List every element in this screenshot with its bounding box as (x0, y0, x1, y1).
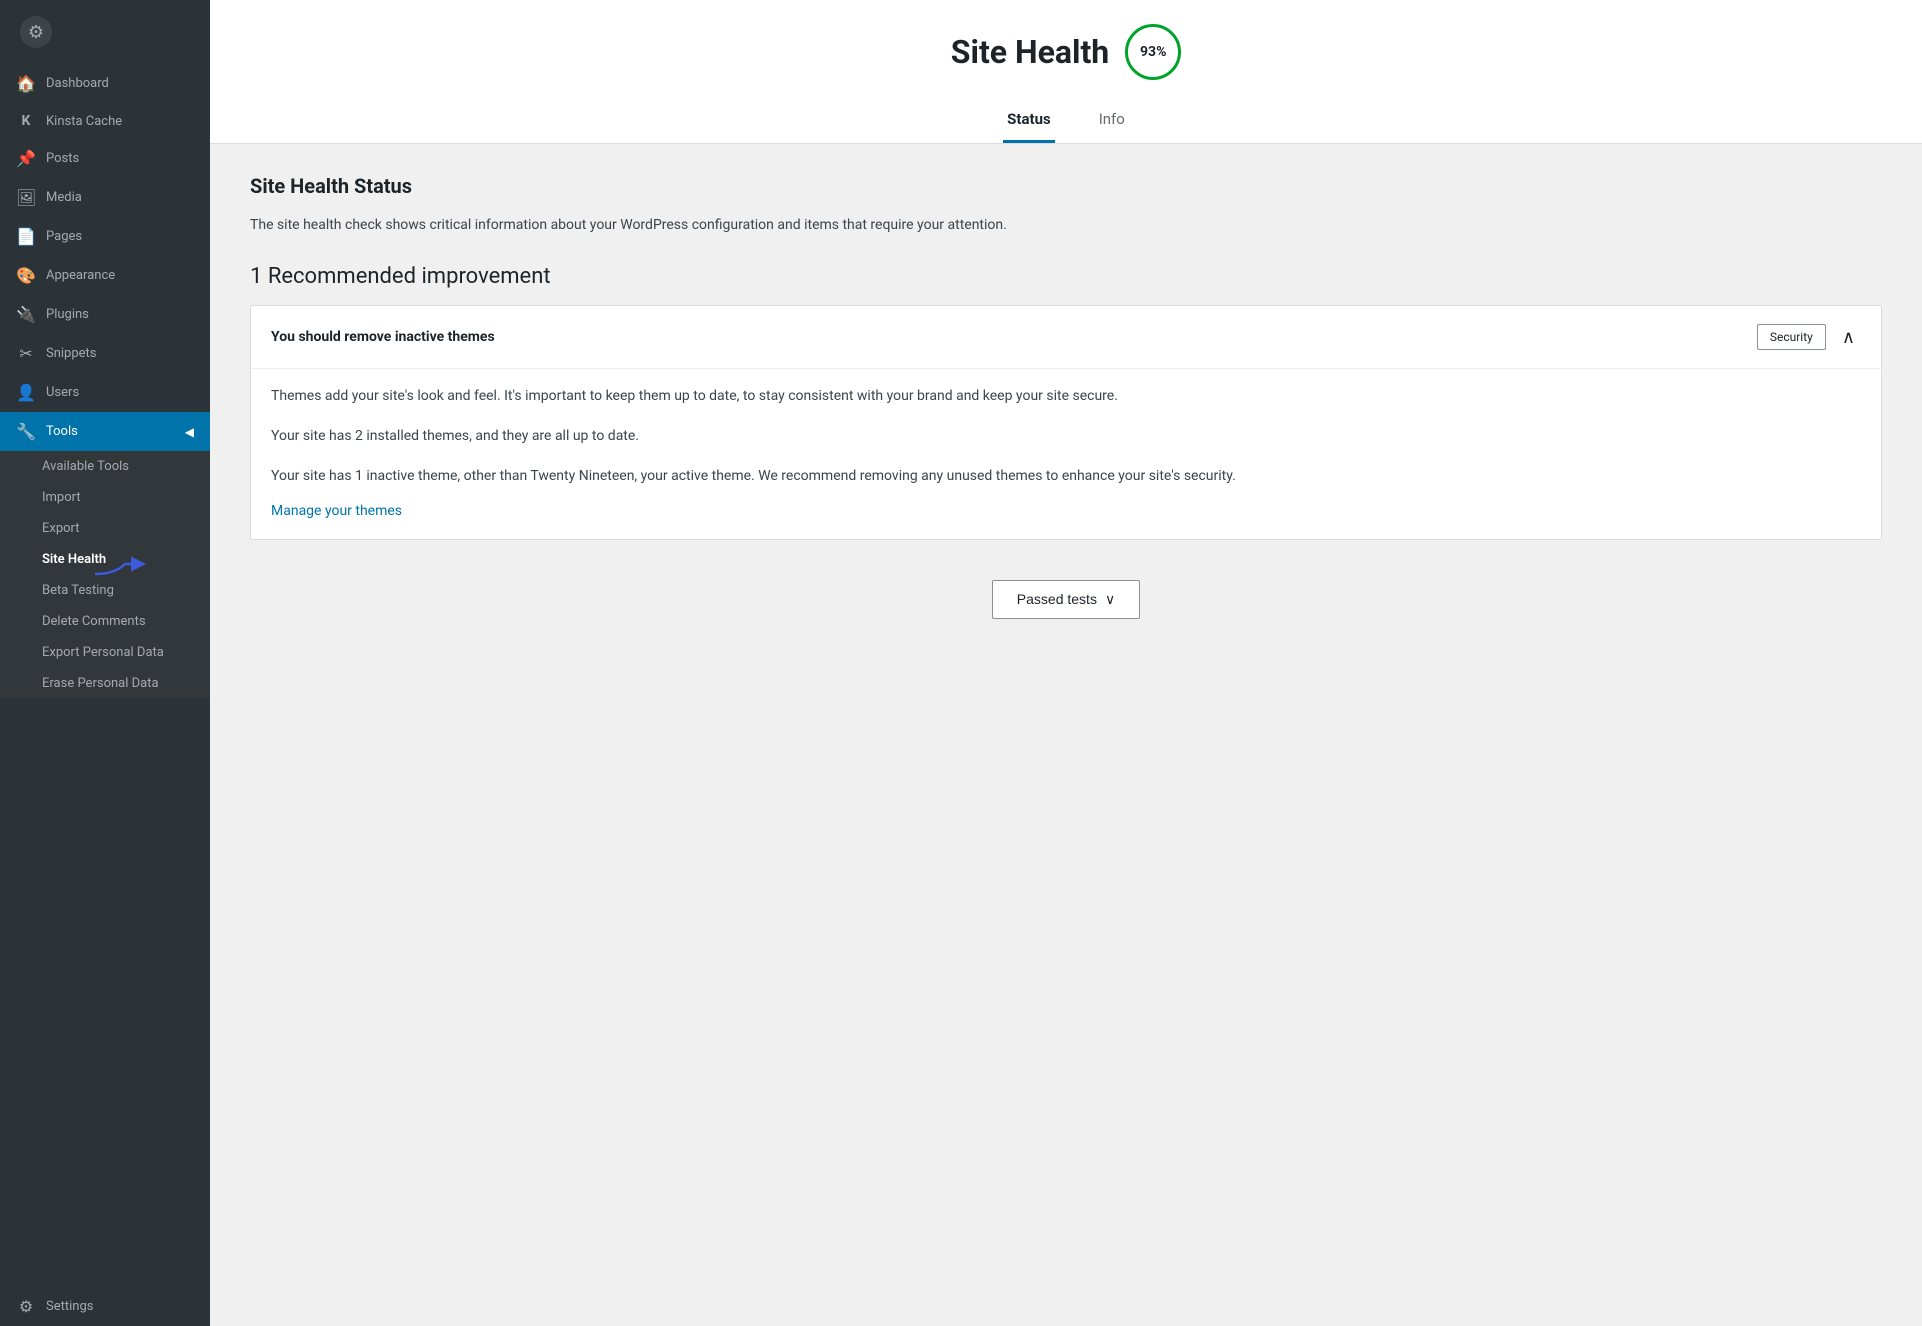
sidebar-label-posts: Posts (46, 151, 79, 166)
sidebar-label-dashboard: Dashboard (46, 76, 109, 91)
sidebar-subitem-beta-testing[interactable]: Beta Testing (0, 575, 210, 606)
media-icon: 🖼 (16, 188, 36, 207)
sidebar-item-posts[interactable]: 📌 Posts (0, 139, 210, 178)
settings-icon: ⚙ (16, 1297, 36, 1316)
sidebar-label-users: Users (46, 385, 79, 400)
recommended-title: 1 Recommended improvement (250, 264, 1882, 289)
sidebar-label-settings: Settings (46, 1299, 93, 1314)
sidebar-subitem-export-personal-data[interactable]: Export Personal Data (0, 637, 210, 668)
passed-tests-button[interactable]: Passed tests ∨ (992, 580, 1140, 619)
title-row: Site Health 93% (250, 24, 1882, 80)
sidebar-item-appearance[interactable]: 🎨 Appearance (0, 256, 210, 295)
card-body: Themes add your site's look and feel. It… (251, 368, 1881, 538)
tabs: Status Info (250, 100, 1882, 143)
sidebar-subitem-export[interactable]: Export (0, 513, 210, 544)
sidebar-subitem-available-tools[interactable]: Available Tools (0, 451, 210, 482)
section-title: Site Health Status (250, 174, 1882, 198)
sidebar-logo: ⚙ (0, 0, 210, 64)
card-title: You should remove inactive themes (271, 329, 495, 345)
sidebar-subitem-delete-comments[interactable]: Delete Comments (0, 606, 210, 637)
page-title: Site Health (951, 33, 1109, 71)
tab-info[interactable]: Info (1095, 100, 1129, 143)
sidebar-label-pages: Pages (46, 229, 82, 244)
sidebar-subitem-import[interactable]: Import (0, 482, 210, 513)
sidebar-item-kinsta-cache[interactable]: K Kinsta Cache (0, 103, 210, 139)
sidebar-label-appearance: Appearance (46, 268, 115, 283)
kinsta-icon: K (16, 113, 36, 129)
users-icon: 👤 (16, 383, 36, 402)
security-badge: Security (1757, 324, 1826, 350)
card-header-right: Security ∧ (1757, 324, 1861, 350)
sidebar-item-pages[interactable]: 📄 Pages (0, 217, 210, 256)
snippets-icon: ✂ (16, 344, 36, 363)
passed-tests-row: Passed tests ∨ (250, 560, 1882, 659)
pages-icon: 📄 (16, 227, 36, 246)
sidebar-label-kinsta-cache: Kinsta Cache (46, 114, 122, 129)
card-paragraph-2: Your site has 2 installed themes, and th… (271, 425, 1861, 449)
sidebar: ⚙ 🏠 Dashboard K Kinsta Cache 📌 Posts 🖼 M… (0, 0, 210, 1326)
manage-themes-link[interactable]: Manage your themes (271, 503, 402, 519)
collapse-button[interactable]: ∧ (1836, 325, 1861, 350)
card-paragraph-3: Your site has 1 inactive theme, other th… (271, 465, 1861, 489)
card-paragraph-1: Themes add your site's look and feel. It… (271, 385, 1861, 409)
sidebar-item-dashboard[interactable]: 🏠 Dashboard (0, 64, 210, 103)
dashboard-icon: 🏠 (16, 74, 36, 93)
posts-icon: 📌 (16, 149, 36, 168)
recommendation-card: You should remove inactive themes Securi… (250, 305, 1882, 539)
plugins-icon: 🔌 (16, 305, 36, 324)
sidebar-item-tools[interactable]: 🔧 Tools ◀ (0, 412, 210, 451)
blue-arrow-indicator (95, 550, 150, 578)
content-area: Site Health Status The site health check… (210, 144, 1922, 689)
sidebar-item-media[interactable]: 🖼 Media (0, 178, 210, 217)
sidebar-label-plugins: Plugins (46, 307, 89, 322)
page-header: Site Health 93% Status Info (210, 0, 1922, 144)
sidebar-subitem-erase-personal-data[interactable]: Erase Personal Data (0, 668, 210, 699)
main-content: Site Health 93% Status Info Site Health … (210, 0, 1922, 1326)
passed-tests-label: Passed tests (1017, 591, 1097, 607)
sidebar-item-plugins[interactable]: 🔌 Plugins (0, 295, 210, 334)
wp-logo-icon: ⚙ (20, 16, 52, 48)
chevron-down-icon: ∨ (1105, 591, 1115, 608)
section-description: The site health check shows critical inf… (250, 214, 1882, 236)
sidebar-label-media: Media (46, 190, 82, 205)
health-score-badge: 93% (1125, 24, 1181, 80)
sidebar-item-snippets[interactable]: ✂ Snippets (0, 334, 210, 373)
card-header: You should remove inactive themes Securi… (251, 306, 1881, 368)
appearance-icon: 🎨 (16, 266, 36, 285)
sidebar-subitem-site-health[interactable]: Site Health (0, 544, 210, 575)
tools-icon: 🔧 (16, 422, 36, 441)
sidebar-item-settings[interactable]: ⚙ Settings (0, 1287, 210, 1326)
sidebar-label-tools: Tools (46, 424, 78, 439)
tools-arrow-icon: ◀ (185, 425, 194, 439)
sidebar-label-snippets: Snippets (46, 346, 97, 361)
tab-status[interactable]: Status (1003, 100, 1055, 143)
tools-submenu: Available Tools Import Export Site Healt… (0, 451, 210, 699)
sidebar-item-users[interactable]: 👤 Users (0, 373, 210, 412)
